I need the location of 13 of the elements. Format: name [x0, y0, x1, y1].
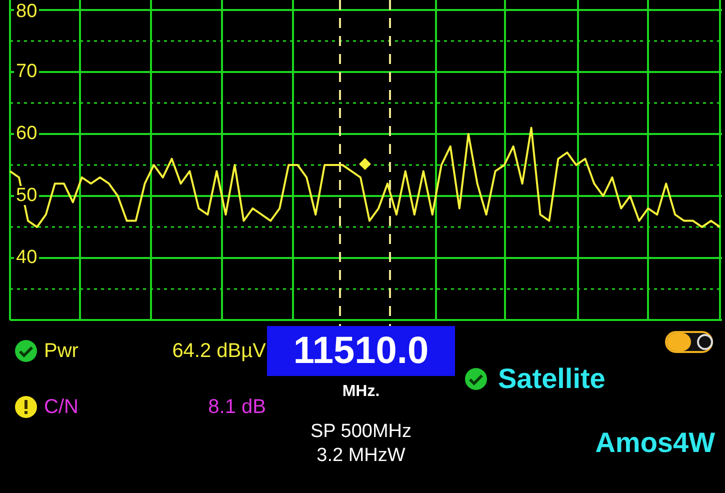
frequency-unit: MHz.: [342, 382, 380, 402]
marker-icon: [359, 158, 371, 170]
satellite-label: Satellite: [498, 362, 606, 396]
measurement-label: Pwr: [44, 339, 80, 364]
measurement-value: 8.1 dB: [207, 395, 266, 420]
axis-label: 50: [14, 186, 40, 205]
span-text: SP 500MHz: [310, 420, 412, 444]
measurement-value: 64.2 dBµV: [171, 339, 266, 364]
satellite-name: Amos4W: [595, 426, 715, 460]
frequency-display: 11510.0: [267, 326, 455, 376]
bandwidth-text: 3.2 MHzW: [316, 444, 406, 468]
battery-icon: [665, 330, 715, 354]
measurement-label: C/N: [44, 395, 80, 420]
